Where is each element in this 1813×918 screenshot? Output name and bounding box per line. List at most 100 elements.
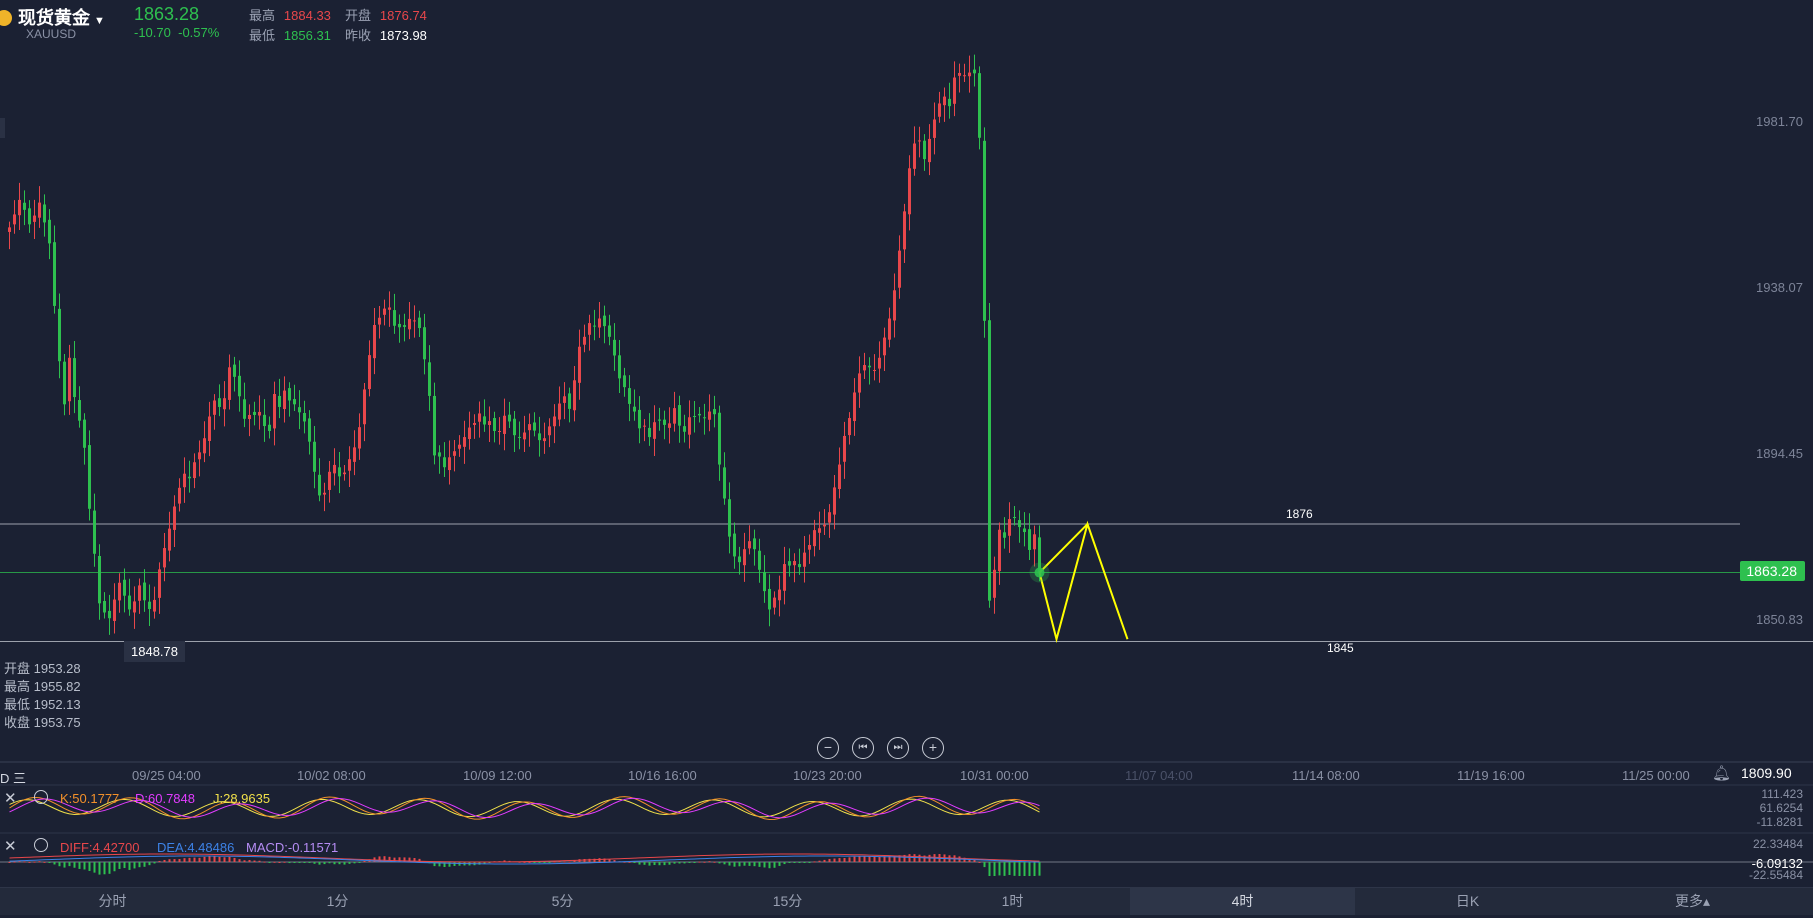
candle-body [718,412,721,465]
tab-more[interactable]: 更多▴ [1580,888,1805,915]
candle-body [123,579,126,596]
macd-bar [143,862,146,867]
macd-bar [673,862,676,864]
candle-body [923,140,926,160]
macd-bar [178,859,181,862]
period-cycle-toggle[interactable]: D 三 [0,768,26,787]
macd-bar [598,858,601,862]
candle-body [148,601,151,610]
candle-body [463,437,466,447]
candle-body [978,73,981,138]
macd-bar [543,862,546,863]
candle-body [613,339,616,356]
candle-body [418,317,421,329]
macd-axis-top: 22.33484 [1752,837,1803,851]
candle-body [588,323,591,335]
macd-bar [128,862,131,870]
hover-open: 开盘 1953.28 [4,661,81,676]
candle-body [888,318,891,340]
candle-body [38,202,41,218]
candle-body [188,476,191,479]
crosshair-value: 1809.90 [1741,765,1792,781]
macd-bar [83,862,86,870]
kdj-axis-top: 111.423 [1761,787,1803,801]
candle-body [988,320,991,601]
candle-body [883,337,886,356]
macd-bar [363,860,366,862]
candle-body [548,426,551,436]
candle-body [68,357,71,402]
period-low-marker: 1848.78 [124,641,185,662]
candle-body [553,416,556,427]
macd-bar [248,860,251,862]
bell-icon[interactable]: 🔔︎ [1712,764,1731,782]
candle-body [108,610,111,619]
candle-body [833,487,836,515]
macd-bar [823,859,826,862]
candle-body [673,408,676,424]
candle-body [403,325,406,327]
candle-body [48,219,51,244]
settings-macd-icon[interactable] [34,838,48,852]
macd-bar [853,856,856,862]
candle-body [818,528,821,533]
candle-body [863,365,866,371]
macd-bar [138,862,141,868]
x-tick: 10/23 20:00 [793,768,862,783]
candle-body [153,599,156,612]
tab-1min[interactable]: 1分 [225,888,450,915]
candle-body [358,427,361,449]
close-kdj-icon[interactable]: ✕ [4,789,17,807]
zoom-in-button[interactable]: + [922,737,944,759]
candle-body [263,414,266,427]
candle-body [278,395,281,407]
macd-bar [48,862,51,863]
settings-kdj-icon[interactable] [34,790,48,804]
macd-bar [313,862,316,864]
macd-bar [773,862,776,868]
candle-body [678,405,681,426]
macd-bar [238,859,241,862]
candle-body [1033,534,1036,550]
candle-body [993,569,996,598]
candle-body [483,416,486,425]
x-tick: 09/25 04:00 [132,768,201,783]
candlestick-chart[interactable] [0,0,1813,918]
scroll-start-button[interactable]: ⏮ [852,737,874,759]
candle-body [253,411,256,415]
candle-body [1018,520,1021,528]
current-price-glow [1029,562,1050,583]
candle-body [393,310,396,326]
macd-bar [193,857,196,862]
close-macd-icon[interactable]: ✕ [4,837,17,855]
kdj-axis-bottom: -11.8281 [1756,815,1803,829]
tab-4hour[interactable]: 4时 [1130,888,1355,915]
candle-body [158,569,161,598]
macd-bar [873,856,876,862]
candle-body [363,389,366,425]
tab-15min[interactable]: 15分 [675,888,900,915]
macd-bar [633,862,636,863]
candle-body [918,140,921,142]
candle-body [1003,532,1006,538]
candle-body [53,242,56,306]
candle-body [598,318,601,328]
macd-bar [568,861,571,863]
tab-1hour[interactable]: 1时 [900,888,1125,915]
candle-body [198,452,201,460]
candle-body [453,451,456,456]
candle-body [368,355,371,390]
tab-timeshare[interactable]: 分时 [0,888,225,915]
macd-bar [833,858,836,862]
candle-body [288,388,291,401]
candle-body [243,399,246,419]
tab-5min[interactable]: 5分 [450,888,675,915]
macd-bar [1038,862,1041,876]
candle-body [563,396,566,403]
candle-body [968,72,971,77]
candle-body [798,564,801,568]
scroll-end-button[interactable]: ⏭ [887,737,909,759]
tab-daily[interactable]: 日K [1355,888,1580,915]
candle-body [803,552,806,567]
zoom-out-button[interactable]: − [817,737,839,759]
